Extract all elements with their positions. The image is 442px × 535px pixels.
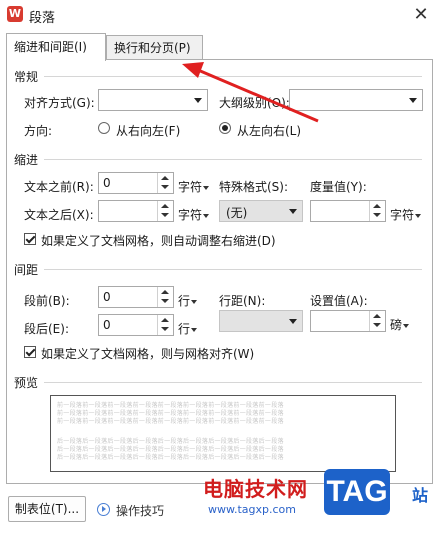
annotation-arrow xyxy=(182,62,319,123)
arrow-shaft xyxy=(197,68,319,123)
arrow-head xyxy=(182,62,204,78)
tab-indent-spacing[interactable]: 缩进和间距(I) xyxy=(6,33,106,61)
